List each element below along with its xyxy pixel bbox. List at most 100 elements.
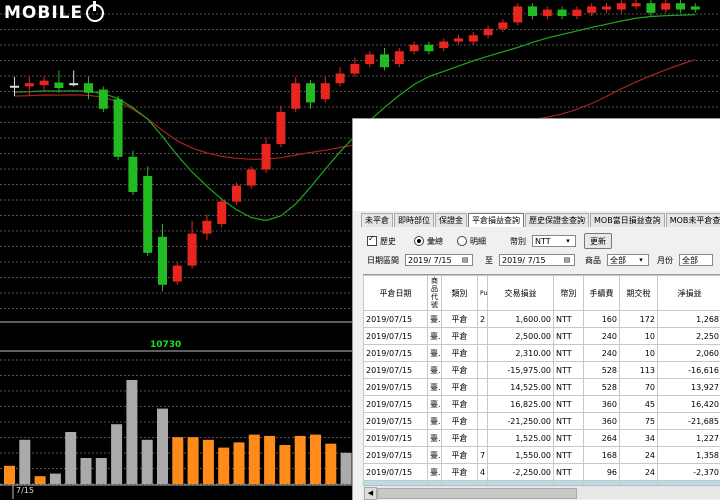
column-header[interactable]: 幣別 — [554, 276, 584, 311]
table-cell: NTT — [554, 311, 584, 328]
table-cell: 臺... — [428, 464, 442, 481]
tab-mob-daily-pl[interactable]: MOB當日損益查詢 — [590, 213, 665, 227]
candle-body — [306, 83, 315, 102]
date-to-picker[interactable]: 2019/ 7/15 ▤ — [499, 254, 575, 266]
candle-body — [143, 176, 152, 253]
logo-mark-icon — [86, 4, 104, 22]
summary-radio[interactable] — [414, 236, 424, 246]
table-cell: 2,060 — [658, 345, 720, 362]
column-header[interactable]: 平倉日期 — [364, 276, 428, 311]
date-to-value: 2019/ 7/15 — [502, 256, 546, 265]
candle-body — [10, 86, 19, 88]
candle-body — [424, 45, 433, 51]
candle-body — [158, 237, 167, 285]
column-header[interactable]: Put/Call — [478, 276, 488, 311]
panel-tabs: 未平倉 即時部位 保證金 平倉損益查詢 歷史保證金查詢 MOB當日損益查詢 MO… — [361, 213, 720, 227]
table-cell — [478, 396, 488, 413]
table-cell: 24 — [620, 447, 658, 464]
table-row[interactable]: 2019/07/15臺...平倉16,825.00NTT3604516,420 — [364, 396, 720, 413]
candle-body — [617, 3, 626, 9]
table-row[interactable]: 2019/07/15臺...平倉4-2,250.00NTT9624-2,370 — [364, 464, 720, 481]
table-cell: 2019/07/15 — [364, 345, 428, 362]
table-row[interactable]: 2019/07/15臺...平倉2,500.00NTT240102,250 — [364, 328, 720, 345]
table-cell: 臺... — [428, 447, 442, 464]
table-row[interactable]: 2019/07/15臺...平倉1,525.00NTT264341,227 — [364, 430, 720, 447]
table-cell: 2 — [478, 311, 488, 328]
filter-row-1: 歷史 彙總 明細 幣別 NTT ▾ 更新 — [367, 233, 720, 249]
product-select[interactable]: 全部 ▾ — [607, 254, 649, 266]
column-header[interactable]: 類別 — [442, 276, 478, 311]
scroll-left-icon[interactable]: ◀ — [364, 487, 377, 500]
table-cell: NTT — [554, 430, 584, 447]
currency-select[interactable]: NTT ▾ — [532, 235, 576, 247]
scrollbar-thumb[interactable] — [377, 488, 577, 499]
volume-bar — [218, 448, 229, 484]
currency-label: 幣別 — [510, 236, 526, 247]
table-cell: 2019/07/15 — [364, 362, 428, 379]
chevron-down-icon: ▾ — [636, 255, 646, 265]
table-cell: NTT — [554, 464, 584, 481]
date-range-label: 日期區間 — [367, 255, 399, 266]
tab-open-positions[interactable]: 未平倉 — [361, 213, 393, 227]
candle-body — [114, 99, 123, 157]
table-cell: 160 — [584, 311, 620, 328]
horizontal-scrollbar[interactable]: ◀ — [363, 485, 720, 499]
calendar-dropdown-icon: ▤ — [460, 255, 470, 265]
table-cell: 113 — [620, 362, 658, 379]
candle-body — [232, 186, 241, 202]
table-row[interactable]: 2019/07/15臺...平倉21,600.00NTT1601721,268 — [364, 311, 720, 328]
volume-bar — [65, 432, 76, 484]
pl-table-container: 平倉日期 商品代號 類別 Put/Call 交易損益 幣別 手續費 期交稅 淨損… — [363, 274, 720, 485]
table-cell: 臺... — [428, 379, 442, 396]
candle-body — [543, 10, 552, 16]
tab-history-margin[interactable]: 歷史保證金查詢 — [525, 213, 589, 227]
table-cell: 168 — [584, 447, 620, 464]
table-cell: NTT — [554, 413, 584, 430]
filter-row-2: 日期區間 2019/ 7/15 ▤ 至 2019/ 7/15 ▤ 商品 全部 ▾… — [367, 252, 720, 268]
month-select[interactable]: 全部 — [679, 254, 713, 266]
chart-date-label: 7/15 — [16, 486, 34, 495]
table-cell: 96 — [584, 464, 620, 481]
table-row[interactable]: 2019/07/15臺...平倉71,550.00NTT168241,358 — [364, 447, 720, 464]
table-row[interactable]: 2019/07/15臺...平倉-15,975.00NTT528113-16,6… — [364, 362, 720, 379]
table-cell — [478, 430, 488, 447]
table-cell: 1,358 — [658, 447, 720, 464]
tab-realtime-positions[interactable]: 即時部位 — [394, 213, 434, 227]
volume-bar — [126, 380, 137, 484]
refresh-button[interactable]: 更新 — [584, 233, 612, 249]
product-label: 商品 — [585, 255, 601, 266]
month-label: 月份 — [657, 255, 673, 266]
table-cell: 臺... — [428, 345, 442, 362]
table-cell — [478, 362, 488, 379]
table-header-row: 平倉日期 商品代號 類別 Put/Call 交易損益 幣別 手續費 期交稅 淨損… — [364, 276, 720, 311]
table-row[interactable]: 2019/07/15臺...平倉14,525.00NTT5287013,927 — [364, 379, 720, 396]
volume-bar — [96, 458, 107, 484]
volume-bar — [295, 436, 306, 484]
column-header[interactable]: 期交稅 — [620, 276, 658, 311]
table-cell: 平倉 — [442, 379, 478, 396]
tab-mob-open-positions[interactable]: MOB未平倉查詢 — [666, 213, 720, 227]
column-header[interactable]: 商品代號 — [428, 276, 442, 311]
column-header[interactable]: 淨損益 — [658, 276, 720, 311]
detail-radio-label: 明細 — [470, 236, 486, 247]
table-cell: NTT — [554, 328, 584, 345]
volume-bar — [188, 437, 199, 484]
candle-body — [262, 144, 271, 170]
candle-body — [321, 83, 330, 99]
table-cell — [478, 413, 488, 430]
table-row[interactable]: 2019/07/15臺...平倉-21,250.00NTT36075-21,68… — [364, 413, 720, 430]
tab-closed-pl[interactable]: 平倉損益查詢 — [468, 213, 524, 227]
table-cell: 2019/07/15 — [364, 430, 428, 447]
table-cell: 16,825.00 — [488, 396, 554, 413]
table-row[interactable]: 2019/07/15臺...平倉2,310.00NTT240102,060 — [364, 345, 720, 362]
tab-margin[interactable]: 保證金 — [435, 213, 467, 227]
column-header[interactable]: 手續費 — [584, 276, 620, 311]
candle-body — [69, 83, 78, 85]
detail-radio[interactable] — [457, 236, 467, 246]
volume-bar — [4, 466, 15, 484]
column-header[interactable]: 交易損益 — [488, 276, 554, 311]
volume-bar — [172, 437, 183, 484]
history-checkbox[interactable] — [367, 236, 377, 246]
calendar-dropdown-icon: ▤ — [562, 255, 572, 265]
date-from-picker[interactable]: 2019/ 7/15 ▤ — [405, 254, 473, 266]
